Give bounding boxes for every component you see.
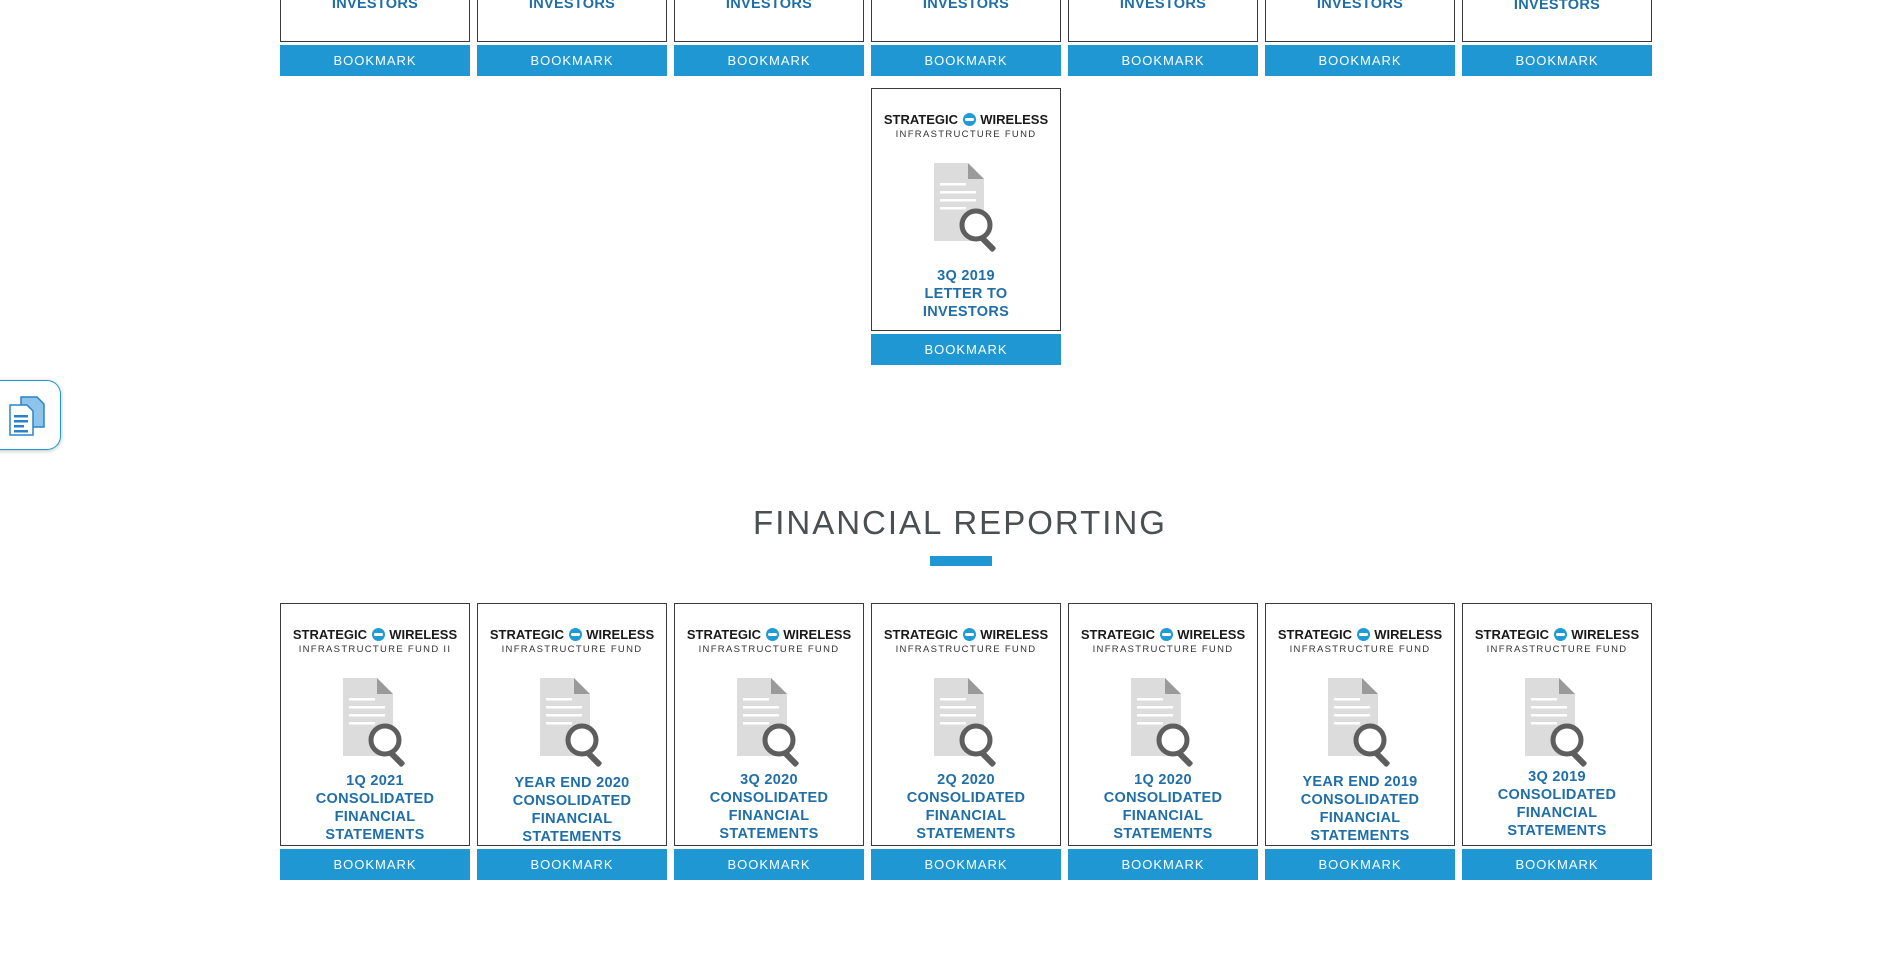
document-search-icon: [737, 678, 799, 767]
logo-word-left: STRATEGIC: [686, 627, 761, 642]
globe-logo-icon: [568, 628, 582, 641]
logo-word-left: STRATEGIC: [292, 627, 367, 642]
fund-logo: STRATEGIC WIRELESS INFRASTRUCTURE FUND: [478, 627, 666, 656]
fund-logo: STRATEGIC WIRELESS INFRASTRUCTURE FUND: [675, 627, 863, 656]
logo-word-left: STRATEGIC: [1277, 627, 1352, 642]
bookmark-button[interactable]: BOOKMARK: [477, 849, 667, 880]
document-card[interactable]: STRATEGIC WIRELESS INFRASTRUCTURE FUND Y…: [477, 603, 667, 846]
globe-logo-icon: [1553, 628, 1567, 641]
card-title: 3Q 2019 LETTER TO INVESTORS: [922, 268, 1010, 320]
bookmark-button[interactable]: BOOKMARK: [280, 849, 470, 880]
bookmark-button[interactable]: BOOKMARK: [674, 45, 864, 76]
document-search-icon: [1131, 678, 1193, 767]
bookmark-button[interactable]: BOOKMARK: [871, 849, 1061, 880]
document-card[interactable]: STRATEGIC WIRELESS INFRASTRUCTURE FUND Y…: [1265, 603, 1455, 846]
document-card[interactable]: STRATEGIC WIRELESS INFRASTRUCTURE FUND 3…: [871, 88, 1061, 331]
card-title: YEAR END 2020 CONSOLIDATED FINANCIAL STA…: [512, 775, 632, 845]
logo-word-right: WIRELESS: [586, 627, 655, 642]
logo-subtitle: INFRASTRUCTURE FUND: [1486, 644, 1628, 655]
section-heading-financial-reporting: FINANCIAL REPORTING: [753, 504, 1167, 541]
document-card[interactable]: LETTER TO INVESTORS: [871, 0, 1061, 42]
document-card[interactable]: STRATEGIC WIRELESS INFRASTRUCTURE FUND 1…: [1068, 603, 1258, 846]
logo-word-right: WIRELESS: [980, 112, 1049, 127]
globe-logo-icon: [1356, 628, 1370, 641]
card-title: 3Q 2019 CONSOLIDATED FINANCIAL STATEMENT…: [1497, 769, 1617, 839]
document-card[interactable]: LETTER TO INVESTORS: [280, 0, 470, 42]
logo-word-right: WIRELESS: [1374, 627, 1443, 642]
card-title: LETTER TO INVESTORS: [528, 0, 616, 12]
logo-word-right: WIRELESS: [1571, 627, 1640, 642]
logo-word-right: WIRELESS: [783, 627, 852, 642]
logo-subtitle: INFRASTRUCTURE FUND: [698, 644, 840, 655]
bookmark-button[interactable]: BOOKMARK: [1265, 45, 1455, 76]
bookmark-button[interactable]: BOOKMARK: [871, 45, 1061, 76]
bookmark-button[interactable]: BOOKMARK: [674, 849, 864, 880]
card-title: LETTER TO INVESTORS: [1513, 0, 1601, 13]
bookmark-button[interactable]: BOOKMARK: [1068, 849, 1258, 880]
document-search-icon: [343, 678, 405, 767]
document-card[interactable]: LETTER TO INVESTORS: [1265, 0, 1455, 42]
logo-subtitle: INFRASTRUCTURE FUND: [1289, 644, 1431, 655]
card-title: LETTER TO INVESTORS: [1316, 0, 1404, 12]
document-card[interactable]: STRATEGIC WIRELESS INFRASTRUCTURE FUND I…: [280, 603, 470, 846]
document-card[interactable]: LETTER TO INVESTORS: [1462, 0, 1652, 42]
logo-word-left: STRATEGIC: [1474, 627, 1549, 642]
fund-logo: STRATEGIC WIRELESS INFRASTRUCTURE FUND I…: [281, 627, 469, 656]
fund-logo: STRATEGIC WIRELESS INFRASTRUCTURE FUND: [872, 112, 1060, 141]
document-card[interactable]: LETTER TO INVESTORS: [674, 0, 864, 42]
document-search-icon: [1525, 678, 1587, 767]
document-card[interactable]: STRATEGIC WIRELESS INFRASTRUCTURE FUND 3…: [1462, 603, 1652, 846]
globe-logo-icon: [765, 628, 779, 641]
card-title: LETTER TO INVESTORS: [331, 0, 419, 12]
bookmark-button[interactable]: BOOKMARK: [1462, 45, 1652, 76]
logo-subtitle: INFRASTRUCTURE FUND: [895, 129, 1037, 140]
card-title: 2Q 2020 CONSOLIDATED FINANCIAL STATEMENT…: [906, 772, 1026, 842]
fund-logo: STRATEGIC WIRELESS INFRASTRUCTURE FUND: [1266, 627, 1454, 656]
bookmark-button[interactable]: BOOKMARK: [1462, 849, 1652, 880]
card-title: LETTER TO INVESTORS: [1119, 0, 1207, 12]
bookmark-button[interactable]: BOOKMARK: [871, 334, 1061, 365]
bookmark-button[interactable]: BOOKMARK: [280, 45, 470, 76]
logo-subtitle: INFRASTRUCTURE FUND II: [298, 644, 452, 655]
globe-logo-icon: [962, 628, 976, 641]
section-heading-underline: [930, 556, 992, 566]
logo-subtitle: INFRASTRUCTURE FUND: [501, 644, 643, 655]
card-title: YEAR END 2019 CONSOLIDATED FINANCIAL STA…: [1300, 774, 1420, 844]
documents-icon: [9, 396, 45, 436]
logo-word-left: STRATEGIC: [883, 112, 958, 127]
logo-subtitle: INFRASTRUCTURE FUND: [895, 644, 1037, 655]
globe-logo-icon: [1159, 628, 1173, 641]
document-card[interactable]: LETTER TO INVESTORS: [1068, 0, 1258, 42]
card-title: LETTER TO INVESTORS: [922, 0, 1010, 12]
fund-logo: STRATEGIC WIRELESS INFRASTRUCTURE FUND: [1463, 627, 1651, 656]
fund-logo: STRATEGIC WIRELESS INFRASTRUCTURE FUND: [872, 627, 1060, 656]
document-search-icon: [934, 163, 996, 252]
globe-logo-icon: [371, 628, 385, 641]
logo-word-right: WIRELESS: [980, 627, 1049, 642]
logo-word-left: STRATEGIC: [883, 627, 958, 642]
globe-logo-icon: [962, 113, 976, 126]
bookmark-button[interactable]: BOOKMARK: [477, 45, 667, 76]
logo-word-left: STRATEGIC: [1080, 627, 1155, 642]
card-title: 1Q 2020 CONSOLIDATED FINANCIAL STATEMENT…: [1103, 772, 1223, 842]
document-search-icon: [1328, 678, 1390, 767]
document-card[interactable]: STRATEGIC WIRELESS INFRASTRUCTURE FUND 2…: [871, 603, 1061, 846]
logo-subtitle: INFRASTRUCTURE FUND: [1092, 644, 1234, 655]
floating-documents-button[interactable]: [0, 380, 61, 450]
document-search-icon: [540, 678, 602, 767]
card-title: LETTER TO INVESTORS: [725, 0, 813, 12]
logo-word-right: WIRELESS: [1177, 627, 1246, 642]
logo-word-right: WIRELESS: [389, 627, 458, 642]
document-search-icon: [934, 678, 996, 767]
card-title: 3Q 2020 CONSOLIDATED FINANCIAL STATEMENT…: [709, 772, 829, 842]
document-card[interactable]: LETTER TO INVESTORS: [477, 0, 667, 42]
bookmark-button[interactable]: BOOKMARK: [1068, 45, 1258, 76]
document-card[interactable]: STRATEGIC WIRELESS INFRASTRUCTURE FUND 3…: [674, 603, 864, 846]
fund-logo: STRATEGIC WIRELESS INFRASTRUCTURE FUND: [1069, 627, 1257, 656]
logo-word-left: STRATEGIC: [489, 627, 564, 642]
bookmark-button[interactable]: BOOKMARK: [1265, 849, 1455, 880]
card-title: 1Q 2021 CONSOLIDATED FINANCIAL STATEMENT…: [315, 773, 435, 843]
